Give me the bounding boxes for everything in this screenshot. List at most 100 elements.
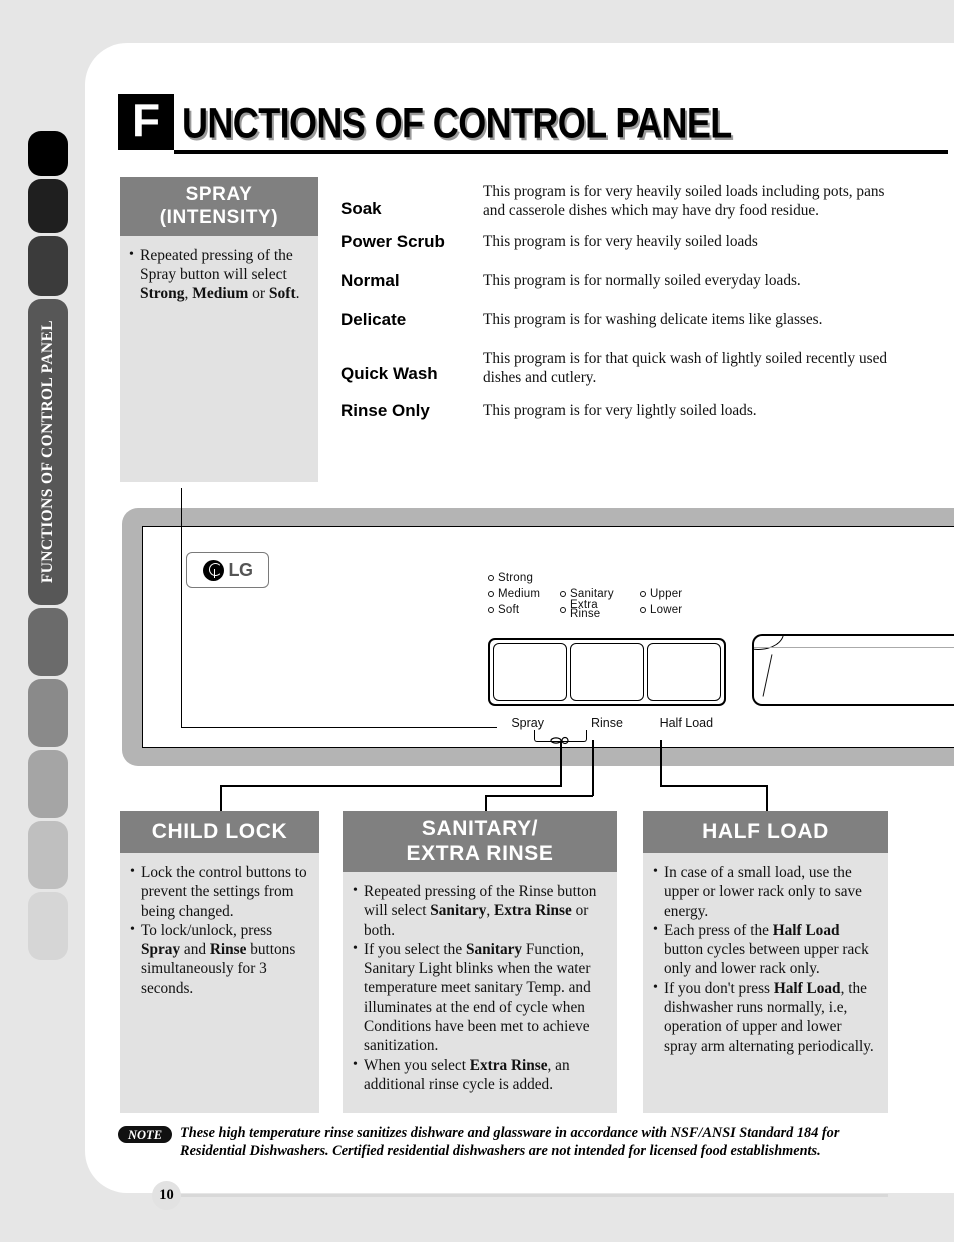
note-block: NOTE These high temperature rinse saniti…	[118, 1124, 908, 1160]
list-item: Repeated pressing of the Spray button wi…	[129, 245, 308, 303]
indicator-medium: Medium	[488, 586, 540, 602]
tab-active-label: FUNCTIONS OF CONTROL PANEL	[39, 320, 56, 584]
sanitary-title-line2: EXTRA RINSE	[406, 842, 554, 865]
tab-7[interactable]	[28, 750, 68, 818]
half-load-panel-body: In case of a small load, use the upper o…	[643, 853, 888, 1056]
tab-8[interactable]	[28, 821, 68, 889]
list-item: Repeated pressing of the Rinse button wi…	[353, 881, 607, 940]
lg-logo: LG	[186, 552, 269, 588]
program-name: Normal	[341, 271, 400, 290]
indicator-label: Soft	[498, 604, 520, 616]
lg-wordmark: LG	[228, 559, 254, 580]
tab-3[interactable]	[28, 236, 68, 296]
indicator-label: Lower	[650, 604, 683, 616]
callout-lead-horizontal	[181, 727, 497, 728]
program-description: This program is for very heavily soiled …	[483, 183, 885, 219]
page-number: 10	[152, 1181, 181, 1210]
display-corner-slash	[762, 654, 773, 697]
display-corner-arc	[754, 636, 784, 650]
led-dot-icon	[640, 591, 646, 597]
connector-halfload-v1	[660, 740, 662, 786]
indicator-label-extra-rinse: Extra Rinse	[570, 599, 601, 620]
program-description: This program is for very lightly soiled …	[483, 402, 757, 419]
header-drop-cap: F	[118, 94, 174, 150]
sanitary-panel-header: SANITARY/ EXTRA RINSE	[343, 811, 617, 872]
sanitary-extra-rinse-panel: SANITARY/ EXTRA RINSE Repeated pressing …	[343, 811, 617, 1113]
program-name: Power Scrub	[341, 232, 445, 251]
page-title: UNCTIONS OF CONTROL PANEL	[182, 98, 732, 148]
rinse-button[interactable]	[570, 643, 644, 701]
button-label-half-load: Half Load	[659, 716, 714, 730]
led-dot-icon	[640, 607, 646, 613]
tab-9[interactable]	[28, 892, 68, 960]
page-root: FUNCTIONS OF CONTROL PANEL F UNCTIONS OF…	[0, 0, 954, 1242]
indicator-column-spray: Strong Medium Soft	[488, 570, 540, 618]
connector-halfload-v2	[766, 785, 768, 813]
header-rule	[174, 150, 948, 154]
half-load-button[interactable]	[647, 643, 721, 701]
table-row: Normal This program is for normally soil…	[341, 271, 901, 291]
list-item: When you select Extra Rinse, an addition…	[353, 1055, 607, 1095]
table-row: Delicate This program is for washing del…	[341, 310, 901, 330]
half-load-panel: HALF LOAD In case of a small load, use t…	[643, 811, 888, 1113]
list-item: Each press of the Half Load button cycle…	[653, 920, 878, 979]
section-tabs: FUNCTIONS OF CONTROL PANEL	[28, 131, 68, 963]
button-label-spray: Spray	[511, 716, 544, 730]
program-name: Soak	[341, 199, 382, 218]
indicator-soft: Soft	[488, 602, 540, 618]
program-description: This program is for washing delicate ite…	[483, 311, 823, 328]
child-lock-panel-body: Lock the control buttons to prevent the …	[120, 853, 319, 998]
child-lock-panel: CHILD LOCK Lock the control buttons to p…	[120, 811, 319, 1113]
page-header: F UNCTIONS OF CONTROL PANEL	[118, 94, 948, 154]
table-row: Power Scrub This program is for very hea…	[341, 232, 901, 252]
callout-lead-vertical	[181, 488, 182, 728]
list-item: If you select the Sanitary Function, San…	[353, 939, 607, 1056]
tab-1[interactable]	[28, 131, 68, 176]
lg-mark-icon	[202, 559, 224, 581]
table-row: Quick Wash This program is for that quic…	[341, 349, 901, 387]
tab-5[interactable]	[28, 608, 68, 676]
sanitary-title-line1: SANITARY/	[421, 817, 539, 840]
program-name: Delicate	[341, 310, 407, 329]
spray-panel-body: Repeated pressing of the Spray button wi…	[120, 236, 318, 303]
connector-spray-v2	[220, 785, 222, 813]
control-panel-button-labels: Spray Rinse Half Load	[488, 716, 726, 730]
led-dot-icon	[488, 607, 494, 613]
indicator-strong: Strong	[488, 570, 540, 586]
control-panel-display	[752, 634, 954, 706]
tab-6[interactable]	[28, 679, 68, 747]
connector-spray-v1	[560, 742, 562, 786]
indicator-column-rinse: Sanitary Extra Rinse	[560, 586, 614, 620]
table-row: Rinse Only This program is for very ligh…	[341, 401, 901, 421]
tab-active-functions-of-control-panel[interactable]: FUNCTIONS OF CONTROL PANEL	[28, 299, 68, 605]
led-dot-icon	[560, 591, 566, 597]
half-load-panel-header: HALF LOAD	[643, 811, 888, 853]
note-text: These high temperature rinse sanitizes d…	[180, 1125, 840, 1159]
led-dot-icon	[488, 575, 494, 581]
child-lock-panel-header: CHILD LOCK	[120, 811, 319, 853]
program-name: Quick Wash	[341, 364, 438, 383]
indicator-column-half-load: Upper Lower	[640, 586, 682, 618]
program-description: This program is for very heavily soiled …	[483, 233, 758, 250]
indicator-label: Medium	[498, 588, 541, 600]
spray-title-line1: SPRAY	[185, 184, 253, 205]
tab-2[interactable]	[28, 179, 68, 233]
indicator-label: Upper	[650, 588, 683, 600]
program-description: This program is for normally soiled ever…	[483, 272, 801, 289]
list-item: Lock the control buttons to prevent the …	[130, 862, 309, 921]
indicator-label: Rinse	[570, 608, 601, 620]
sanitary-panel-body: Repeated pressing of the Rinse button wi…	[343, 872, 617, 1094]
spray-intensity-panel: SPRAY (INTENSITY) Repeated pressing of t…	[120, 177, 318, 482]
list-item: To lock/unlock, press Spray and Rinse bu…	[130, 920, 309, 998]
note-badge: NOTE	[118, 1126, 173, 1143]
indicator-lower: Lower	[640, 602, 682, 618]
program-name: Rinse Only	[341, 401, 430, 420]
indicator-upper: Upper	[640, 586, 682, 602]
table-row: Soak This program is for very heavily so…	[341, 182, 901, 220]
connector-spray-h	[220, 785, 562, 787]
connector-rinse-v1	[592, 740, 594, 796]
indicator-label: Strong	[498, 572, 534, 584]
program-list: Soak This program is for very heavily so…	[341, 182, 901, 428]
spray-button[interactable]	[493, 643, 567, 701]
connector-halfload-h	[660, 785, 768, 787]
